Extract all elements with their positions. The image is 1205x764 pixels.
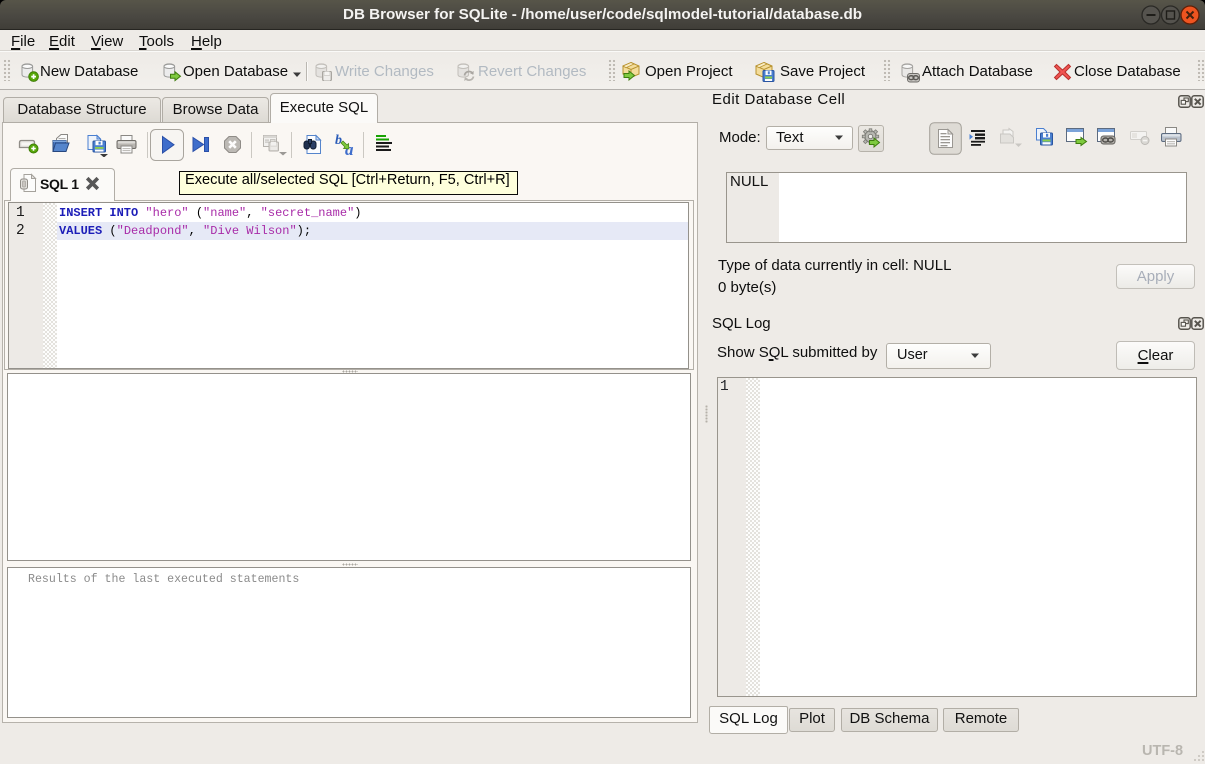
svg-text:b: b (335, 133, 342, 148)
